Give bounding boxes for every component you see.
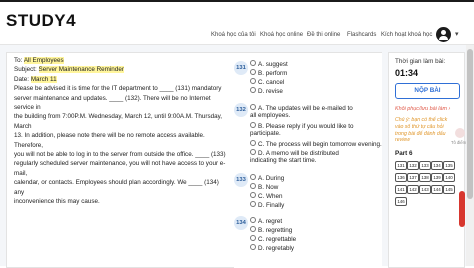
question-nav-button[interactable]: 137 [407, 173, 419, 182]
nav-online-courses[interactable]: Khoá học online [260, 32, 303, 38]
question-nav-button[interactable]: 145 [443, 185, 455, 194]
option-134-b[interactable]: B. regretting [250, 226, 292, 234]
option-132-c[interactable]: C. The process will begin tomorrow eveni… [250, 140, 382, 148]
radio-icon[interactable] [250, 174, 256, 181]
highlight-tool-icon[interactable] [455, 128, 465, 138]
highlight-tool-label: Tô điểm [451, 140, 467, 145]
date-line: Date: March 11 [14, 75, 228, 84]
passage-line: 13. In addition, please note there will … [14, 132, 205, 149]
to-line: To: All Employees [14, 56, 228, 65]
to-label: To: [14, 57, 23, 64]
nav-online-tests[interactable]: Đề thi online [307, 32, 340, 38]
passage-line: regularly scheduled server maintenance, … [14, 160, 226, 177]
radio-icon[interactable] [250, 87, 256, 94]
question-nav-button[interactable]: 133 [419, 161, 431, 170]
option-133-a[interactable]: A. During [250, 174, 284, 182]
scrollbar[interactable] [466, 45, 474, 266]
submit-button[interactable]: NỘP BÀI [395, 83, 460, 99]
option-131-c[interactable]: C. cancel [250, 78, 284, 86]
radio-icon[interactable] [250, 192, 256, 199]
radio-icon[interactable] [250, 122, 256, 129]
passage-line: you will not be able to log in to the se… [14, 151, 226, 159]
question-nav-button[interactable]: 144 [431, 185, 443, 194]
option-132-b[interactable]: B. Please reply if you would like to par… [250, 122, 360, 137]
option-131-d[interactable]: D. revise [250, 87, 283, 95]
question-number-131[interactable]: 131 [234, 61, 248, 75]
date-label: Date: [14, 75, 30, 83]
passage-line: inconvenience this may cause. [14, 198, 100, 206]
avatar[interactable] [436, 27, 451, 42]
subject-value: Server Maintenance Reminder [38, 66, 124, 74]
option-133-d[interactable]: D. Finally [250, 201, 284, 209]
option-134-c[interactable]: C. regrettable [250, 235, 296, 243]
radio-icon[interactable] [250, 69, 256, 76]
question-nav-button[interactable]: 139 [431, 173, 443, 182]
review-note: Chú ý: bạn có thể click vào số thứ tự câ… [395, 117, 448, 144]
question-number-133[interactable]: 133 [234, 173, 248, 187]
passage-line: calendar, or contacts. Employees should … [14, 179, 219, 196]
sidebar-panel: Thời gian làm bài: 01:34 NỘP BÀI Khôi ph… [388, 52, 465, 268]
passage-line: Please be advised it is time for the IT … [14, 85, 222, 93]
question-nav-button[interactable]: 131 [395, 161, 407, 170]
radio-icon[interactable] [250, 244, 256, 251]
question-nav-button[interactable]: 136 [395, 173, 407, 182]
nav-activate-course[interactable]: Kích hoạt khoá học [381, 32, 432, 38]
option-131-a[interactable]: A. suggest [250, 60, 288, 68]
question-nav-button[interactable]: 141 [395, 185, 407, 194]
question-nav-button[interactable]: 146 [395, 197, 407, 206]
header: STUDY4 Khoá học của tôi Khoá học online … [0, 2, 474, 45]
subject-line: Subject: Server Maintenance Reminder [14, 65, 228, 74]
option-134-a[interactable]: A. regret [250, 217, 282, 225]
question-nav-button[interactable]: 138 [419, 173, 431, 182]
radio-icon[interactable] [250, 217, 256, 224]
radio-icon[interactable] [250, 226, 256, 233]
question-number-132[interactable]: 132 [234, 103, 248, 117]
option-133-c[interactable]: C. When [250, 192, 283, 200]
question-nav-button[interactable]: 135 [443, 161, 455, 170]
option-134-d[interactable]: D. regretably [250, 244, 294, 252]
option-133-b[interactable]: B. Now [250, 183, 278, 191]
question-nav-button[interactable]: 140 [443, 173, 455, 182]
passage-line: server maintenance and updates. ____ (13… [14, 94, 211, 112]
questions-panel: 131 A. suggest B. perform C. cancel D. r… [232, 52, 382, 267]
logo[interactable]: STUDY4 [6, 11, 76, 31]
nav-my-courses[interactable]: Khoá học của tôi [211, 32, 256, 38]
passage-line: the building from 7:00P.M. Wednesday, Ma… [14, 113, 223, 130]
restore-link[interactable]: Khôi phục/lưu bài làm › [395, 106, 450, 112]
chevron-down-icon[interactable]: ▾ [455, 30, 459, 38]
radio-icon[interactable] [250, 78, 256, 85]
radio-icon[interactable] [250, 140, 256, 147]
radio-icon[interactable] [250, 235, 256, 242]
date-value: March 11 [30, 75, 57, 83]
question-number-134[interactable]: 134 [234, 216, 248, 230]
radio-icon[interactable] [250, 201, 256, 208]
to-value: All Employees [23, 57, 64, 64]
option-131-b[interactable]: B. perform [250, 69, 287, 77]
option-132-a[interactable]: A. The updates will be e-mailed to all e… [250, 104, 360, 119]
timer: 01:34 [395, 68, 419, 78]
option-132-d[interactable]: D. A memo will be distributed indicating… [250, 149, 360, 164]
scroll-thumb[interactable] [467, 49, 473, 199]
side-tab-handle[interactable] [459, 191, 465, 227]
radio-icon[interactable] [250, 183, 256, 190]
radio-icon[interactable] [250, 60, 256, 67]
time-label: Thời gian làm bài: [395, 58, 446, 65]
question-nav-button[interactable]: 142 [407, 185, 419, 194]
question-nav-button[interactable]: 143 [419, 185, 431, 194]
radio-icon[interactable] [250, 149, 256, 156]
main-content: To: All Employees Subject: Server Mainte… [0, 45, 474, 268]
nav-flashcards[interactable]: Flashcards [347, 32, 376, 38]
part-label: Part 6 [395, 150, 413, 157]
question-nav-button[interactable]: 134 [431, 161, 443, 170]
radio-icon[interactable] [250, 104, 256, 111]
question-nav-button[interactable]: 132 [407, 161, 419, 170]
passage-panel: To: All Employees Subject: Server Mainte… [6, 52, 234, 268]
subject-label: Subject: [14, 66, 37, 74]
